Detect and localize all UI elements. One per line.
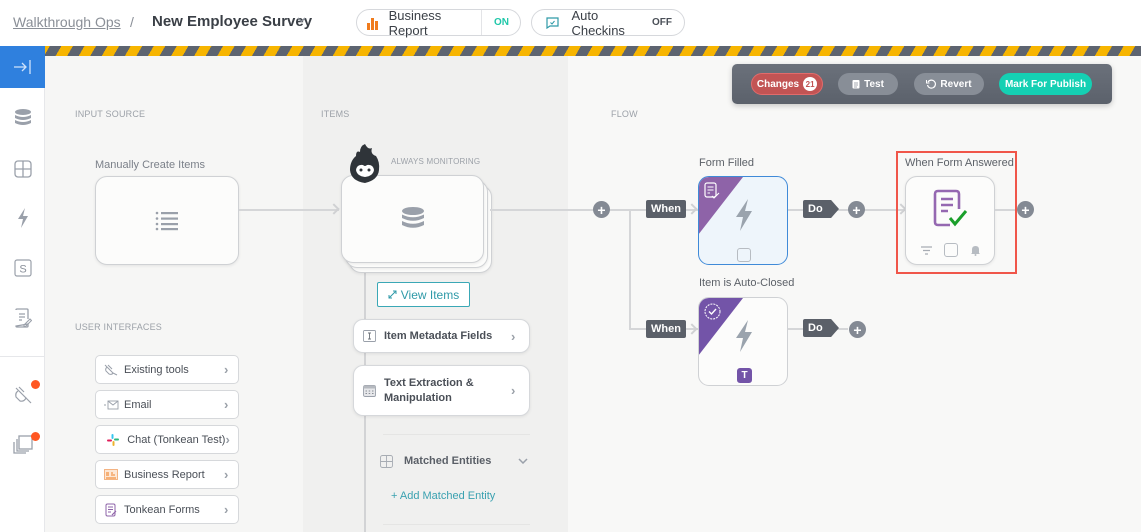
expand-sidebar-button[interactable] — [0, 46, 45, 88]
check-circle-icon — [704, 303, 721, 320]
chevron-down-icon — [518, 458, 528, 464]
list-icon — [155, 211, 178, 230]
notification-dot — [31, 432, 40, 441]
grid-icon[interactable] — [0, 154, 45, 184]
ui-item-business-report[interactable]: Business Report › — [95, 460, 239, 489]
add-step-button[interactable]: + — [593, 201, 610, 218]
chevron-down-icon[interactable] — [297, 14, 306, 26]
lightning-icon[interactable] — [0, 203, 45, 233]
trigger-title: Form Filled — [699, 157, 755, 169]
chevron-right-icon: › — [511, 383, 516, 398]
manual-create-items-node[interactable] — [95, 176, 239, 265]
sidebar-divider — [0, 356, 45, 357]
chevron-right-icon: › — [224, 467, 229, 482]
business-report-state: ON — [481, 10, 520, 35]
chevron-right-icon: › — [224, 502, 229, 517]
database-icon[interactable] — [0, 103, 45, 133]
clipboard-icon — [852, 80, 860, 89]
connector-line — [239, 209, 339, 211]
when-tag: When — [646, 320, 686, 338]
trigger-title: Item is Auto-Closed — [699, 277, 795, 289]
text-extraction-card[interactable]: Text Extraction & Manipulation › — [353, 365, 530, 416]
view-items-button[interactable]: View Items — [377, 282, 470, 307]
add-matched-entity-link[interactable]: + Add Matched Entity — [391, 490, 495, 502]
email-icon — [98, 400, 124, 410]
input-node-title: Manually Create Items — [95, 159, 206, 171]
database-icon — [401, 207, 424, 228]
always-monitoring-label: ALWAYS MONITORING — [391, 157, 481, 166]
s-box-icon[interactable]: S — [0, 253, 45, 283]
item-metadata-fields-card[interactable]: Item Metadata Fields › — [353, 319, 530, 353]
changes-button[interactable]: Changes 21 — [751, 73, 823, 95]
ui-item-existing-tools[interactable]: Existing tools › — [95, 355, 239, 384]
report-icon — [98, 469, 124, 480]
lightning-icon — [736, 199, 752, 231]
add-action-button[interactable]: + — [848, 201, 865, 218]
test-button[interactable]: Test — [838, 73, 898, 95]
chat-check-icon — [546, 16, 559, 30]
items-label: ITEMS — [321, 109, 350, 119]
divider — [383, 434, 530, 435]
ui-item-email[interactable]: Email › — [95, 390, 239, 419]
text-field-icon — [354, 330, 384, 342]
flow-column — [568, 56, 1141, 532]
grid-icon — [380, 454, 393, 468]
bar-chart-icon — [367, 16, 381, 30]
calculator-icon — [354, 384, 384, 397]
chevron-right-icon: › — [224, 362, 229, 377]
add-action-button[interactable]: + — [849, 321, 866, 338]
arrow-right-bar-icon — [13, 60, 31, 74]
branch-line — [629, 210, 631, 330]
page-title[interactable]: New Employee Survey — [152, 13, 312, 30]
revert-icon — [926, 79, 937, 89]
monitoring-bot-icon — [348, 142, 382, 186]
divider — [383, 524, 530, 525]
notification-dot — [31, 380, 40, 389]
ui-item-tonkean-forms[interactable]: Tonkean Forms › — [95, 495, 239, 524]
user-interfaces-label: USER INTERFACES — [75, 322, 163, 332]
auto-checkins-toggle[interactable]: Auto Checkins OFF — [531, 7, 685, 38]
form-edit-icon[interactable] — [0, 303, 45, 333]
matched-entities-header[interactable]: Matched Entities — [380, 451, 532, 471]
breadcrumb-root-link[interactable]: Walkthrough Ops — [13, 14, 121, 30]
auto-checkins-state: OFF — [652, 17, 672, 28]
trigger-node-auto-closed[interactable]: T — [698, 297, 788, 386]
chevron-right-icon: › — [225, 432, 230, 447]
add-action-button[interactable]: + — [1017, 201, 1034, 218]
slack-icon — [101, 433, 124, 446]
auto-checkins-label: Auto Checkins — [571, 7, 625, 38]
business-report-label: Business Report — [388, 7, 442, 38]
draft-mode-stripe — [45, 46, 1141, 56]
top-bar: Walkthrough Ops / New Employee Survey Bu… — [0, 0, 1141, 46]
lightning-icon — [736, 320, 752, 352]
changes-count-badge: 21 — [803, 77, 818, 91]
publish-toolbar: Changes 21 Test Revert Mark For Publish — [732, 64, 1112, 104]
chevron-right-icon: › — [224, 397, 229, 412]
ui-item-chat[interactable]: Chat (Tonkean Test) › — [95, 425, 239, 454]
left-sidebar: S — [0, 46, 45, 532]
mark-for-publish-button[interactable]: Mark For Publish — [999, 73, 1092, 95]
form-check-icon — [704, 182, 720, 199]
revert-button[interactable]: Revert — [914, 73, 984, 95]
tonkean-badge: T — [737, 368, 752, 383]
highlight-box — [896, 151, 1017, 274]
flow-label: FLOW — [611, 109, 638, 119]
form-icon — [98, 503, 124, 517]
input-source-label: INPUT SOURCE — [75, 109, 146, 119]
trigger-checkbox[interactable] — [737, 248, 751, 262]
expand-icon — [388, 290, 397, 299]
chevron-right-icon: › — [511, 328, 516, 344]
svg-text:S: S — [19, 264, 26, 276]
when-tag: When — [646, 200, 686, 218]
plug-icon — [98, 364, 124, 376]
breadcrumb-separator: / — [130, 14, 134, 30]
business-report-toggle[interactable]: Business Report ON — [356, 7, 521, 38]
trigger-node-form-filled[interactable] — [698, 176, 788, 265]
items-node[interactable] — [341, 175, 484, 263]
